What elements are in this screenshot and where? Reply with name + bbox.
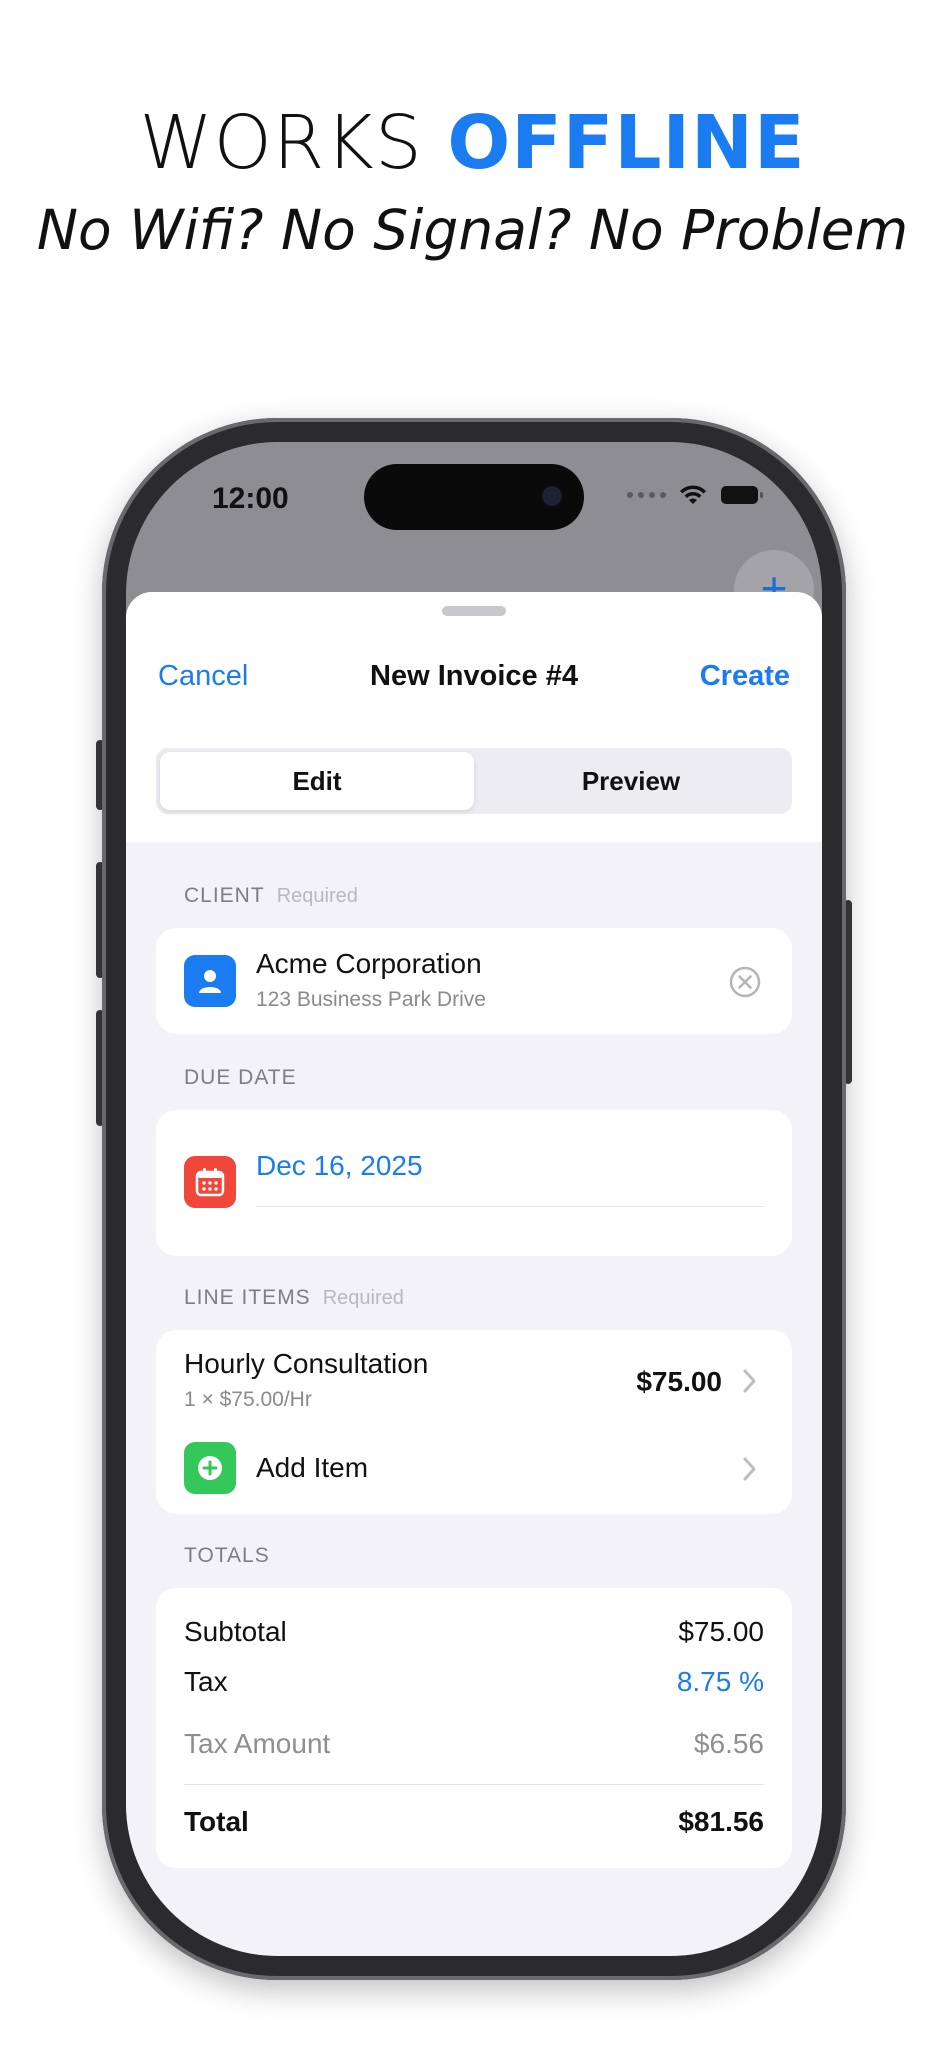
line-items-card: Hourly Consultation 1 × $75.00/Hr $75.00… [156,1330,792,1514]
tax-rate-field[interactable]: 8.75 % [677,1666,764,1698]
sheet-header: New Invoice #4 Cancel Create Edit Previe… [126,592,822,842]
edit-preview-segmented-control: Edit Preview [156,748,792,814]
total-label: Total [184,1806,249,1837]
cellular-signal-icon [627,492,666,498]
chevron-right-icon [743,1457,756,1481]
totals-divider [184,1784,764,1785]
segment-preview[interactable]: Preview [474,752,788,810]
camera-icon [542,486,562,506]
headline-accent: OFFLINE [447,100,806,186]
due-date-section-label: DUE DATE [184,1066,297,1089]
line-items-section-label: LINE ITEMS Required [184,1286,404,1310]
promo-subhead: No Wifi? No Signal? No Problem [36,198,909,262]
cancel-button[interactable]: Cancel [158,660,248,693]
plus-circle-icon [184,1442,236,1494]
add-item-row[interactable]: Add Item [156,1422,792,1514]
line-items-label-text: LINE ITEMS [184,1286,311,1309]
line-item-detail: 1 × $75.00/Hr [184,1388,312,1411]
chevron-right-icon [743,1369,756,1393]
subtotal-label: Subtotal [184,1616,287,1647]
totals-section-label: TOTALS [184,1544,270,1567]
total-value: $81.56 [678,1806,764,1837]
client-card[interactable]: Acme Corporation 123 Business Park Drive [156,928,792,1034]
line-item-title: Hourly Consultation [184,1348,429,1379]
add-item-label: Add Item [256,1452,369,1483]
client-address: 123 Business Park Drive [256,988,486,1011]
promo-headline: WORKS OFFLINE [0,100,945,186]
tax-amount-value: $6.56 [693,1728,764,1759]
due-date-underline [256,1206,764,1207]
client-label-text: CLIENT [184,884,265,907]
clear-circle-icon[interactable] [728,965,762,999]
battery-icon [721,486,763,504]
status-time: 12:00 [212,482,289,515]
due-date-value[interactable]: Dec 16, 2025 [256,1150,423,1182]
phone-screen: 12:00 + New Invoice #4 Cancel Create Edi… [126,442,822,1956]
calendar-icon [184,1156,236,1208]
person-icon [184,955,236,1007]
dynamic-island [364,464,584,530]
create-button[interactable]: Create [700,660,790,693]
client-name: Acme Corporation [256,948,482,979]
line-item-row[interactable]: Hourly Consultation 1 × $75.00/Hr $75.00 [156,1330,792,1422]
segment-edit[interactable]: Edit [160,752,474,810]
tax-label: Tax [184,1666,228,1697]
totals-card: Subtotal $75.00 Tax 8.75 % Tax Amount $6… [156,1588,792,1868]
status-indicators [627,484,764,506]
client-required-label: Required [276,885,358,907]
client-section-label: CLIENT Required [184,884,358,908]
wifi-icon [680,485,706,504]
headline-plain: WORKS [139,100,423,186]
line-item-amount: $75.00 [636,1366,722,1397]
tax-amount-label: Tax Amount [184,1728,331,1759]
sheet-grabber[interactable] [442,606,506,616]
due-date-card: Dec 16, 2025 [156,1110,792,1256]
subtotal-value: $75.00 [678,1616,764,1647]
line-items-required-label: Required [322,1287,404,1309]
new-invoice-sheet: New Invoice #4 Cancel Create Edit Previe… [126,592,822,1956]
